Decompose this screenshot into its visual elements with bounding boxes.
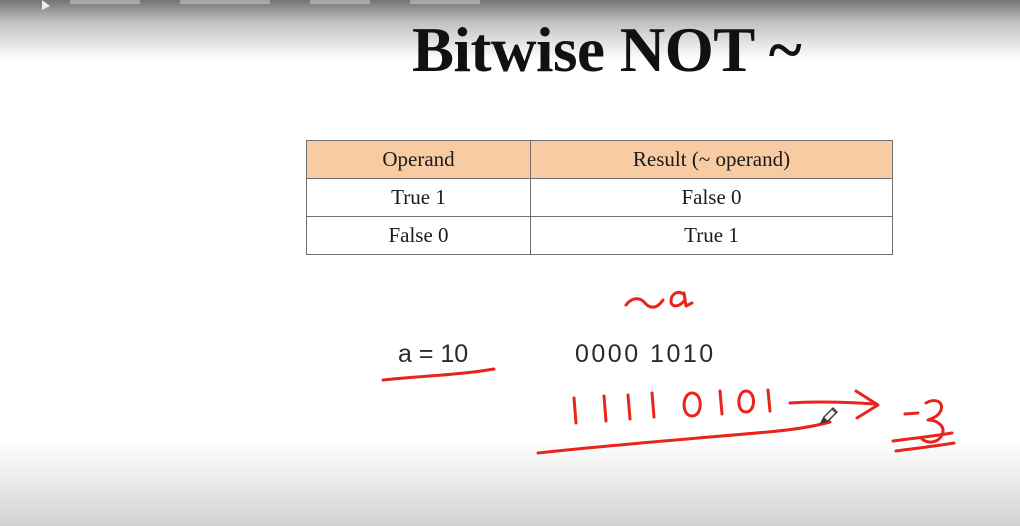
slide-canvas: Bitwise NOT ~ Operand Result (~ operand)…	[0, 0, 1020, 526]
underline-inverted-binary	[536, 420, 832, 455]
pencil-cursor-icon	[820, 407, 838, 424]
handwritten-tilde-a	[624, 290, 694, 309]
handwritten-result	[891, 399, 956, 453]
underline-a-equals-10	[381, 367, 496, 382]
handwritten-annotations	[381, 290, 956, 455]
handwritten-inverted-binary	[572, 388, 772, 425]
